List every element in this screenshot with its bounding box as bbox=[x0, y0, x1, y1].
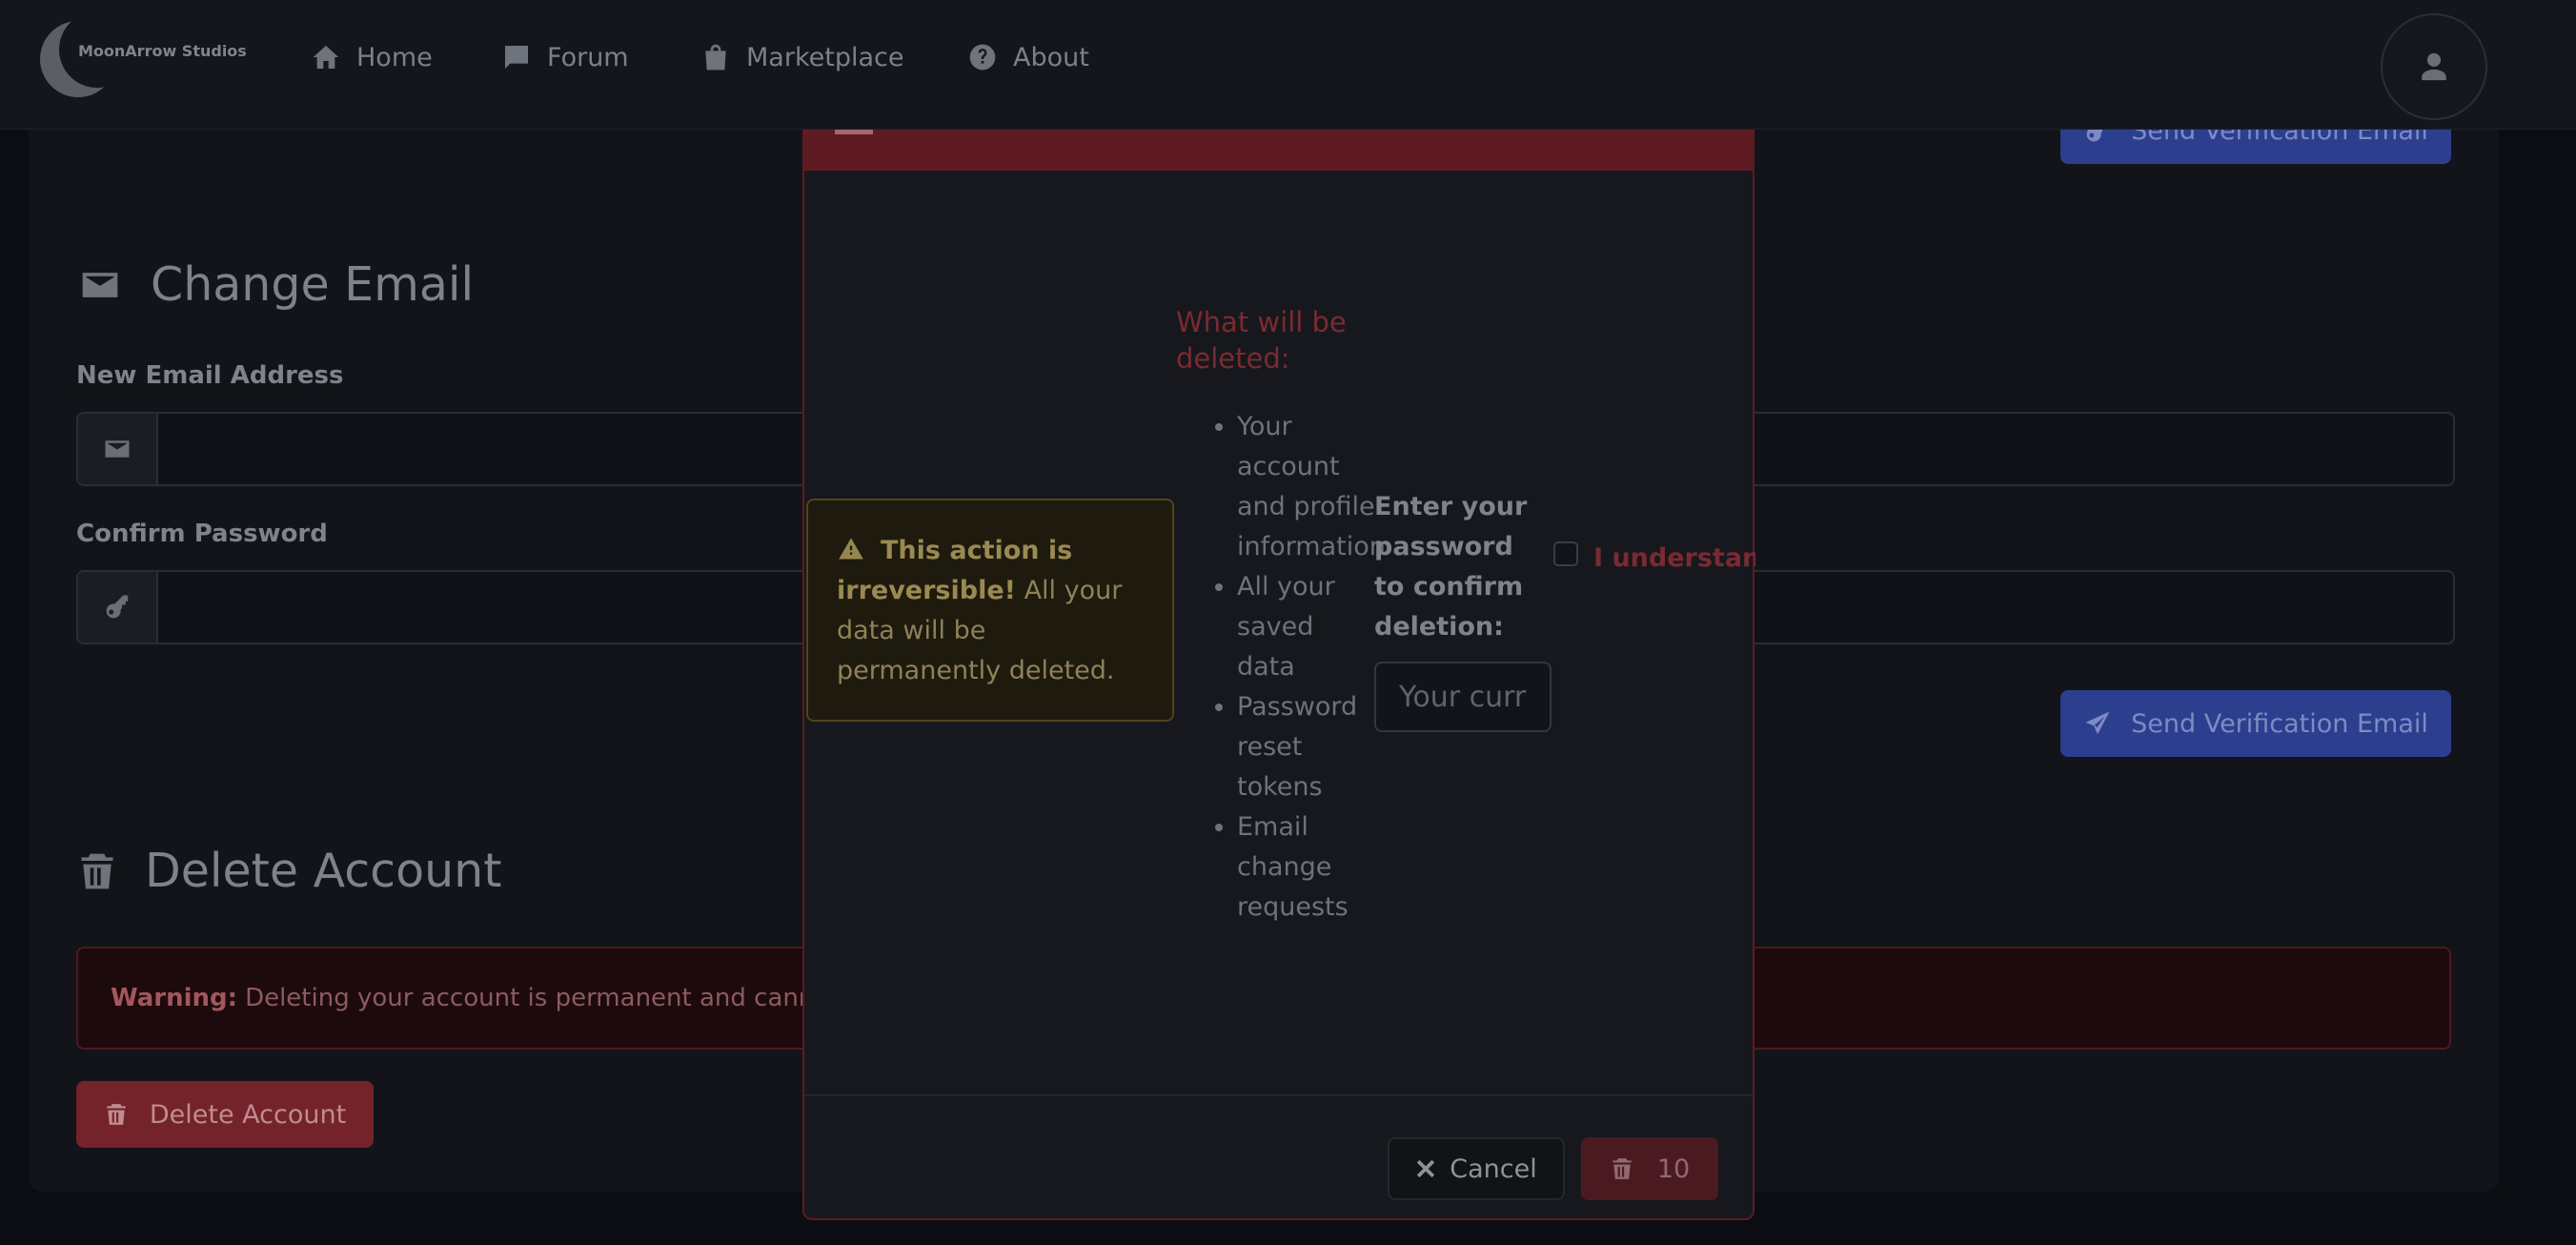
irreversible-alert: This action is irreversible! All your da… bbox=[806, 499, 1174, 722]
nav-link-marketplace[interactable]: Marketplace bbox=[700, 38, 903, 76]
button-label: Delete Account bbox=[149, 1099, 347, 1130]
delete-account-heading: Delete Account bbox=[76, 844, 501, 898]
paper-plane-icon bbox=[2085, 711, 2110, 735]
countdown-label: 10 bbox=[1656, 1153, 1691, 1184]
warning-triangle-icon bbox=[839, 538, 863, 560]
confirm-delete-button[interactable]: 10 bbox=[1581, 1137, 1718, 1200]
deleted-items-list: Your account and profile information All… bbox=[1176, 407, 1386, 928]
list-item: Password reset tokens bbox=[1237, 687, 1376, 807]
list-item: Your account and profile information bbox=[1237, 407, 1386, 567]
forum-icon bbox=[505, 46, 528, 69]
user-icon bbox=[2422, 52, 2446, 81]
confirm-password-addon bbox=[78, 572, 158, 643]
nav-link-label: Home bbox=[356, 42, 433, 72]
section-title-text: Change Email bbox=[151, 257, 475, 312]
list-item: Email change requests bbox=[1237, 807, 1376, 928]
nav-link-label: About bbox=[1013, 42, 1089, 72]
navbar: MoonArrow Studios Home Forum Marketplace… bbox=[0, 0, 2576, 130]
button-label: Cancel bbox=[1450, 1153, 1537, 1184]
button-label: Send Verification Email bbox=[2131, 708, 2428, 739]
list-item: All your saved data bbox=[1237, 567, 1376, 687]
delete-account-modal: This action is irreversible! All your da… bbox=[802, 129, 1755, 1220]
user-menu-button[interactable] bbox=[2381, 13, 2487, 120]
question-circle-icon bbox=[969, 44, 996, 71]
understand-checkbox[interactable] bbox=[1553, 541, 1578, 566]
nav-link-label: Forum bbox=[547, 42, 629, 72]
trash-icon bbox=[107, 1104, 126, 1125]
nav-link-forum[interactable]: Forum bbox=[501, 38, 629, 76]
delete-account-button[interactable]: Delete Account bbox=[76, 1081, 374, 1148]
new-email-label: New Email Address bbox=[76, 361, 344, 390]
understand-checkbox-label[interactable]: I understand this action cannot be undon… bbox=[1593, 539, 1755, 579]
brand-name: MoonArrow Studios bbox=[78, 42, 247, 60]
brand-logo[interactable]: MoonArrow Studios bbox=[40, 11, 250, 103]
deleted-items-title: What will be deleted: bbox=[1176, 306, 1347, 375]
nav-link-about[interactable]: About bbox=[967, 38, 1089, 76]
send-verification-button[interactable]: Send Verification Email bbox=[2060, 690, 2451, 757]
section-title-text: Delete Account bbox=[145, 844, 502, 898]
envelope-icon bbox=[82, 272, 118, 297]
nav-link-label: Marketplace bbox=[746, 42, 904, 72]
trash-icon bbox=[81, 853, 113, 888]
delete-password-input[interactable] bbox=[1374, 662, 1552, 732]
modal-header bbox=[804, 129, 1753, 171]
warning-text: Deleting your account is permanent and c… bbox=[245, 984, 863, 1012]
modal-footer-divider bbox=[804, 1094, 1753, 1096]
home-icon bbox=[313, 46, 339, 69]
nav-link-home[interactable]: Home bbox=[311, 38, 433, 76]
key-icon bbox=[106, 595, 129, 619]
confirm-password-label: Confirm Password bbox=[76, 520, 328, 548]
new-email-addon bbox=[78, 414, 158, 484]
cancel-button[interactable]: Cancel bbox=[1388, 1137, 1565, 1200]
close-icon bbox=[1417, 1159, 1435, 1178]
shopping-bag-icon bbox=[705, 44, 726, 71]
warning-strong: Warning: bbox=[111, 984, 238, 1012]
trash-icon bbox=[1613, 1158, 1632, 1179]
envelope-icon bbox=[105, 440, 130, 458]
change-email-heading: Change Email bbox=[76, 257, 474, 312]
confirm-password-prompt: Enter your password to confirm deletion: bbox=[1374, 492, 1528, 642]
